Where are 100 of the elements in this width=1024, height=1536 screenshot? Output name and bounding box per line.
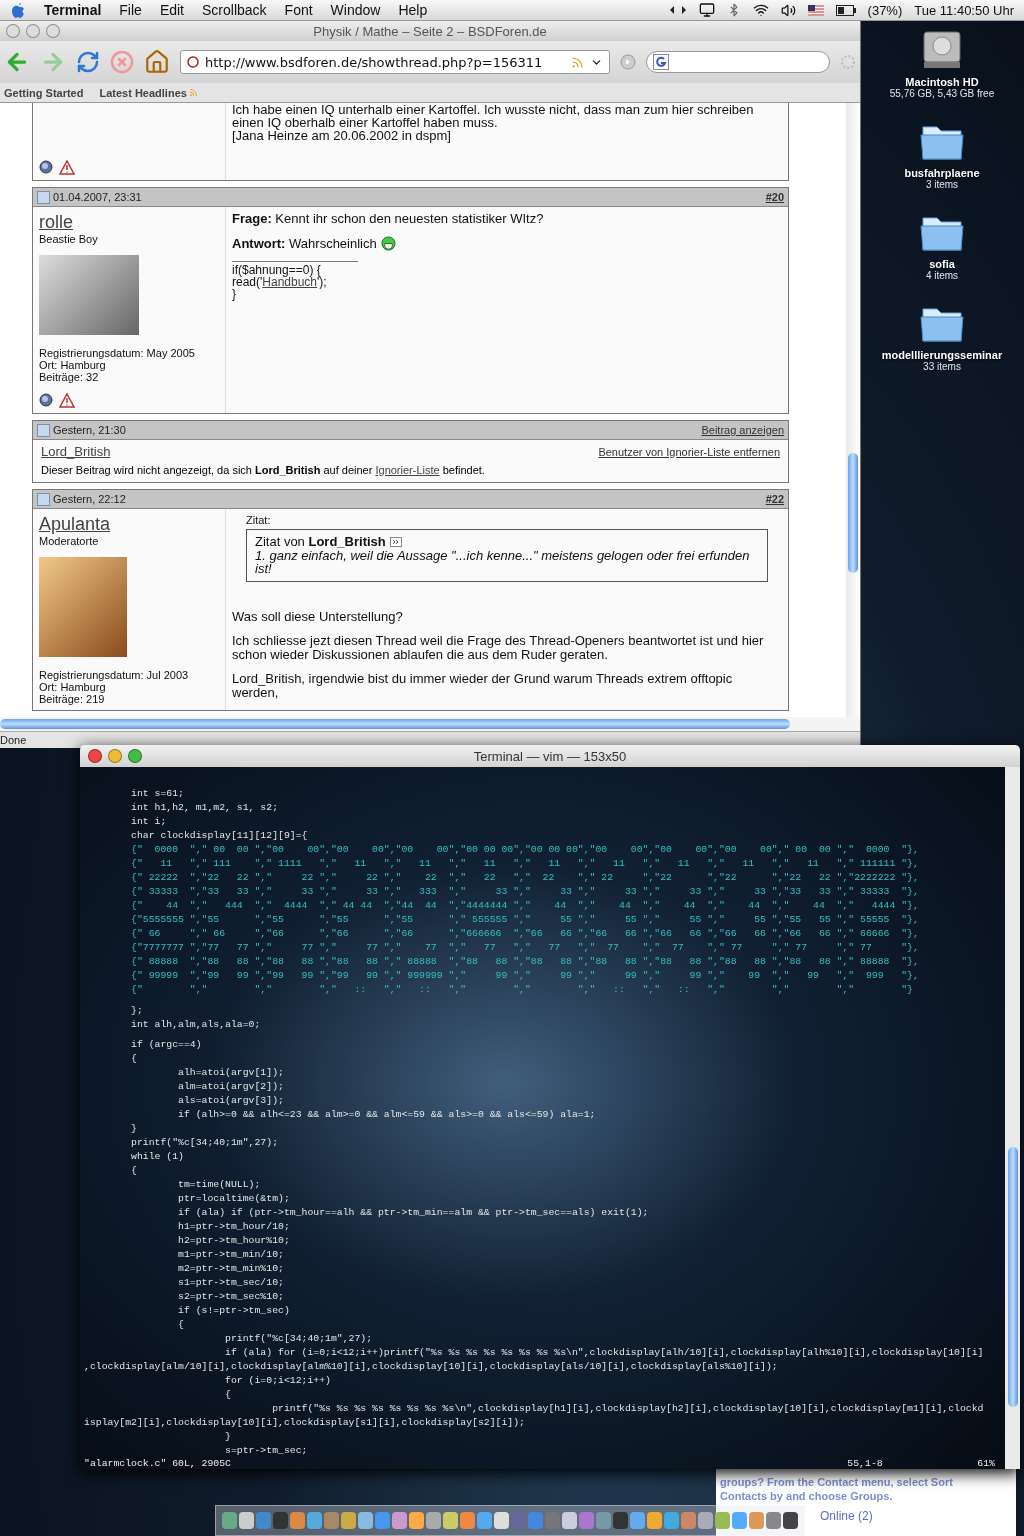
home-button[interactable] xyxy=(144,49,170,75)
code-line: ,clockdisplay[alm/10][i],clockdisplay[alm%10][i],clockdisplay[10][i],clockdisplay[als/10][i],clockdisplay[als%10][i]); xyxy=(84,1360,779,1374)
post-number-link[interactable]: #22 xyxy=(765,493,784,505)
post-date: Gestern, 21:30 xyxy=(53,424,126,436)
vertical-scrollbar[interactable] xyxy=(1005,767,1020,1469)
menu-item[interactable]: Help xyxy=(398,2,428,18)
code-line: {" 88888 ","88 88 ","88 88 ","88 88 "," 88888 ","88 88 ","88 88 ","88 88 ","88 88 ","88 88 ","88 88 "," 88888 "}, xyxy=(130,955,920,969)
display-icon[interactable] xyxy=(698,2,715,18)
wifi-icon[interactable] xyxy=(752,2,769,18)
apple-menu-icon[interactable] xyxy=(10,1,26,19)
code-line: if (alh>=0 && alh<=23 && alm>=0 && alm<=59 && als>=0 && als<=59) ala=1; xyxy=(177,1108,597,1122)
desktop-item-name[interactable]: Macintosh HD xyxy=(905,76,979,88)
code-line: printf("%c[34;40;1m",27); xyxy=(130,1136,279,1150)
window-control-button[interactable] xyxy=(128,749,142,763)
app-icon[interactable] xyxy=(239,1512,254,1529)
desktop-item-info: 33 items xyxy=(923,361,961,372)
search-field[interactable] xyxy=(646,51,830,73)
warning-icon[interactable] xyxy=(59,160,75,175)
warning-icon[interactable] xyxy=(59,393,75,408)
desktop-item-name[interactable]: sofia xyxy=(929,258,955,270)
online-status-icon[interactable] xyxy=(39,393,53,407)
menu-item[interactable]: File xyxy=(119,2,142,18)
vertical-scrollbar[interactable] xyxy=(846,103,860,717)
signature-line: read('Handbuch'); xyxy=(232,276,328,288)
app-icon[interactable] xyxy=(766,1512,781,1529)
app-menu[interactable]: Terminal xyxy=(44,2,102,18)
code-line: while (1) xyxy=(130,1150,185,1164)
window-control-button[interactable] xyxy=(108,749,122,763)
menu-item[interactable]: Scrollback xyxy=(202,2,267,18)
view-post-icon[interactable] xyxy=(389,536,402,547)
window-control-button[interactable] xyxy=(26,24,40,38)
rss-icon[interactable] xyxy=(571,55,584,69)
window-control-button[interactable] xyxy=(88,749,102,763)
menu-item[interactable]: Font xyxy=(284,2,313,18)
username-link[interactable]: rolle xyxy=(39,212,73,233)
tip-text: Contacts by and choose Groups. xyxy=(720,1489,894,1503)
remove-ignore-link[interactable]: Benutzer von Ignorier-Liste entfernen xyxy=(598,445,780,458)
code-line: int s=61; xyxy=(130,787,185,801)
code-line: {" "," "," "," :: "," :: "," "," "," :: "," :: "," "," "," "} xyxy=(130,983,914,997)
code-line: {"5555555 ","55 ","55 ","55 ","55 "," 555555 "," 55 "," 55 "," 55 "," 55 ","55 55 "," 55555 "}, xyxy=(130,913,920,927)
code-line: alm=atoi(argv[2]); xyxy=(177,1080,285,1094)
code-line: if (ala) if (ptr->tm_hour==alh && ptr->tm_min==alm && ptr->tm_sec==als) exit(1); xyxy=(177,1206,650,1220)
desktop-item-name[interactable]: busfahrplaene xyxy=(904,167,980,179)
contact-group-header[interactable]: Online (2) xyxy=(820,1509,873,1523)
code-line: m2=ptr->tm_min%10; xyxy=(177,1262,285,1276)
handbook-link[interactable]: Handbuch xyxy=(262,275,318,289)
code-line: isplay[m2][i],clockdisplay[10][i],clockdisplay[s1][i],clockdisplay[s2][i]); xyxy=(84,1416,526,1430)
code-line: s2=ptr->tm_sec%10; xyxy=(177,1290,285,1304)
code-line: {"7777777 ","77 77 "," 77 "," 77 "," 77 "," 77 "," 77 "," 77 "," 77 "," 77 "," 77 "," 77 "}, xyxy=(130,941,920,955)
battery-icon[interactable] xyxy=(835,4,856,16)
online-status-icon[interactable] xyxy=(39,160,53,174)
quote-label: Zitat: xyxy=(246,514,272,526)
menu-item[interactable]: Edit xyxy=(159,2,184,18)
show-post-link[interactable]: Beitrag anzeigen xyxy=(701,424,784,436)
code-line: for (i=0;i<12;i++) xyxy=(224,1374,332,1388)
user-stat: Beiträge: 219 xyxy=(39,693,106,705)
username-link[interactable]: Lord_British xyxy=(41,444,111,459)
tip-text: groups? From the Contact menu, select Sort xyxy=(720,1475,954,1489)
user-stat: Ort: Hamburg xyxy=(39,681,107,693)
code-line: h1=ptr->tm_hour/10; xyxy=(177,1220,291,1234)
go-icon[interactable] xyxy=(620,54,636,70)
post-number-link[interactable]: #20 xyxy=(765,191,784,203)
post-date: Gestern, 22:12 xyxy=(53,493,126,505)
post-text: Was soll diese Unterstellung? xyxy=(232,610,404,624)
scroll-percent: 61% xyxy=(977,1458,995,1469)
app-icon[interactable] xyxy=(494,1512,509,1529)
window-control-button[interactable] xyxy=(6,24,20,38)
menu-clock[interactable]: Tue 11:40:50 Uhr xyxy=(914,2,1014,18)
code-line: {" 22222 ","22 22 "," 22 "," 22 "," 22 "," 22 "," 22 "," 22 ","22 ","22 ","22 22 ","2222222 "}, xyxy=(130,871,920,885)
code-line: { xyxy=(130,1052,138,1066)
desktop-item-name[interactable]: modelllierungsseminar xyxy=(881,349,1003,361)
signature-line: if($ahnung==0) { xyxy=(232,264,321,276)
code-line: {" 33333 ","33 33 "," 33 "," 33 "," 333 "," 33 "," 33 "," 33 "," 33 "," 33 ","33 33 "," 33333 "}, xyxy=(130,885,920,899)
volume-icon[interactable] xyxy=(780,2,796,18)
ignored-message: Dieser Beitrag wird nicht angezeigt, da sich Lord_British auf deiner Ignorier-Liste befindet. xyxy=(40,463,486,478)
post-icon xyxy=(37,492,50,506)
username-link[interactable]: Apulanta xyxy=(39,514,111,535)
bookmark-link[interactable]: Latest Headlines xyxy=(99,86,198,99)
window-title: Physik / Mathe – Seite 2 – BSDForen.de xyxy=(313,23,547,39)
post-text: Ich schliesse jezt diesen Thread weil die Frage des Thread-Openers beantwortet ist und hier schon wieder Diskussionen ablaufen die aus dem Ruder geraten. xyxy=(232,634,765,662)
user-stat: Registrierungsdatum: Jul 2003 xyxy=(39,669,190,681)
bookmark-link[interactable]: Getting Started xyxy=(4,86,84,99)
window-title: Terminal — vim — 153x50 xyxy=(473,748,627,764)
stop-button[interactable] xyxy=(110,50,134,74)
code-line: if (ala) for (i=0;i<12;i++)printf("%s %s %s %s %s %s %s %s\n",clockdisplay[alh/10][i],clockdisplay[alh%10][i],clockdisplay[10][i] xyxy=(224,1346,985,1360)
menu-item[interactable]: Window xyxy=(330,2,381,18)
window-control-button[interactable] xyxy=(46,24,60,38)
reload-button[interactable] xyxy=(76,50,100,74)
code-line: {" 0000 "," 00 00 ","00 00","00 00","00 00","00 00 00","00 00 00","00 00","00 00","00 00"," 00 00 "," 0000 "}, xyxy=(130,843,920,857)
code-line: { xyxy=(177,1318,185,1332)
app-icon[interactable] xyxy=(783,1512,798,1529)
loading-spinner-icon xyxy=(840,54,856,70)
code-line: tm=time(NULL); xyxy=(177,1178,262,1192)
signature-line: } xyxy=(232,288,236,300)
desktop-item-info: 55,76 GB, 5,43 GB free xyxy=(889,88,995,99)
url-field[interactable]: http://www.bsdforen.de/showthread.php?p=156311 xyxy=(180,50,610,74)
flag-icon[interactable] xyxy=(807,4,824,16)
ignore-list-link[interactable]: Ignorier-Liste xyxy=(375,464,440,476)
code-line: } xyxy=(224,1430,232,1444)
horizontal-scrollbar[interactable] xyxy=(0,717,860,731)
